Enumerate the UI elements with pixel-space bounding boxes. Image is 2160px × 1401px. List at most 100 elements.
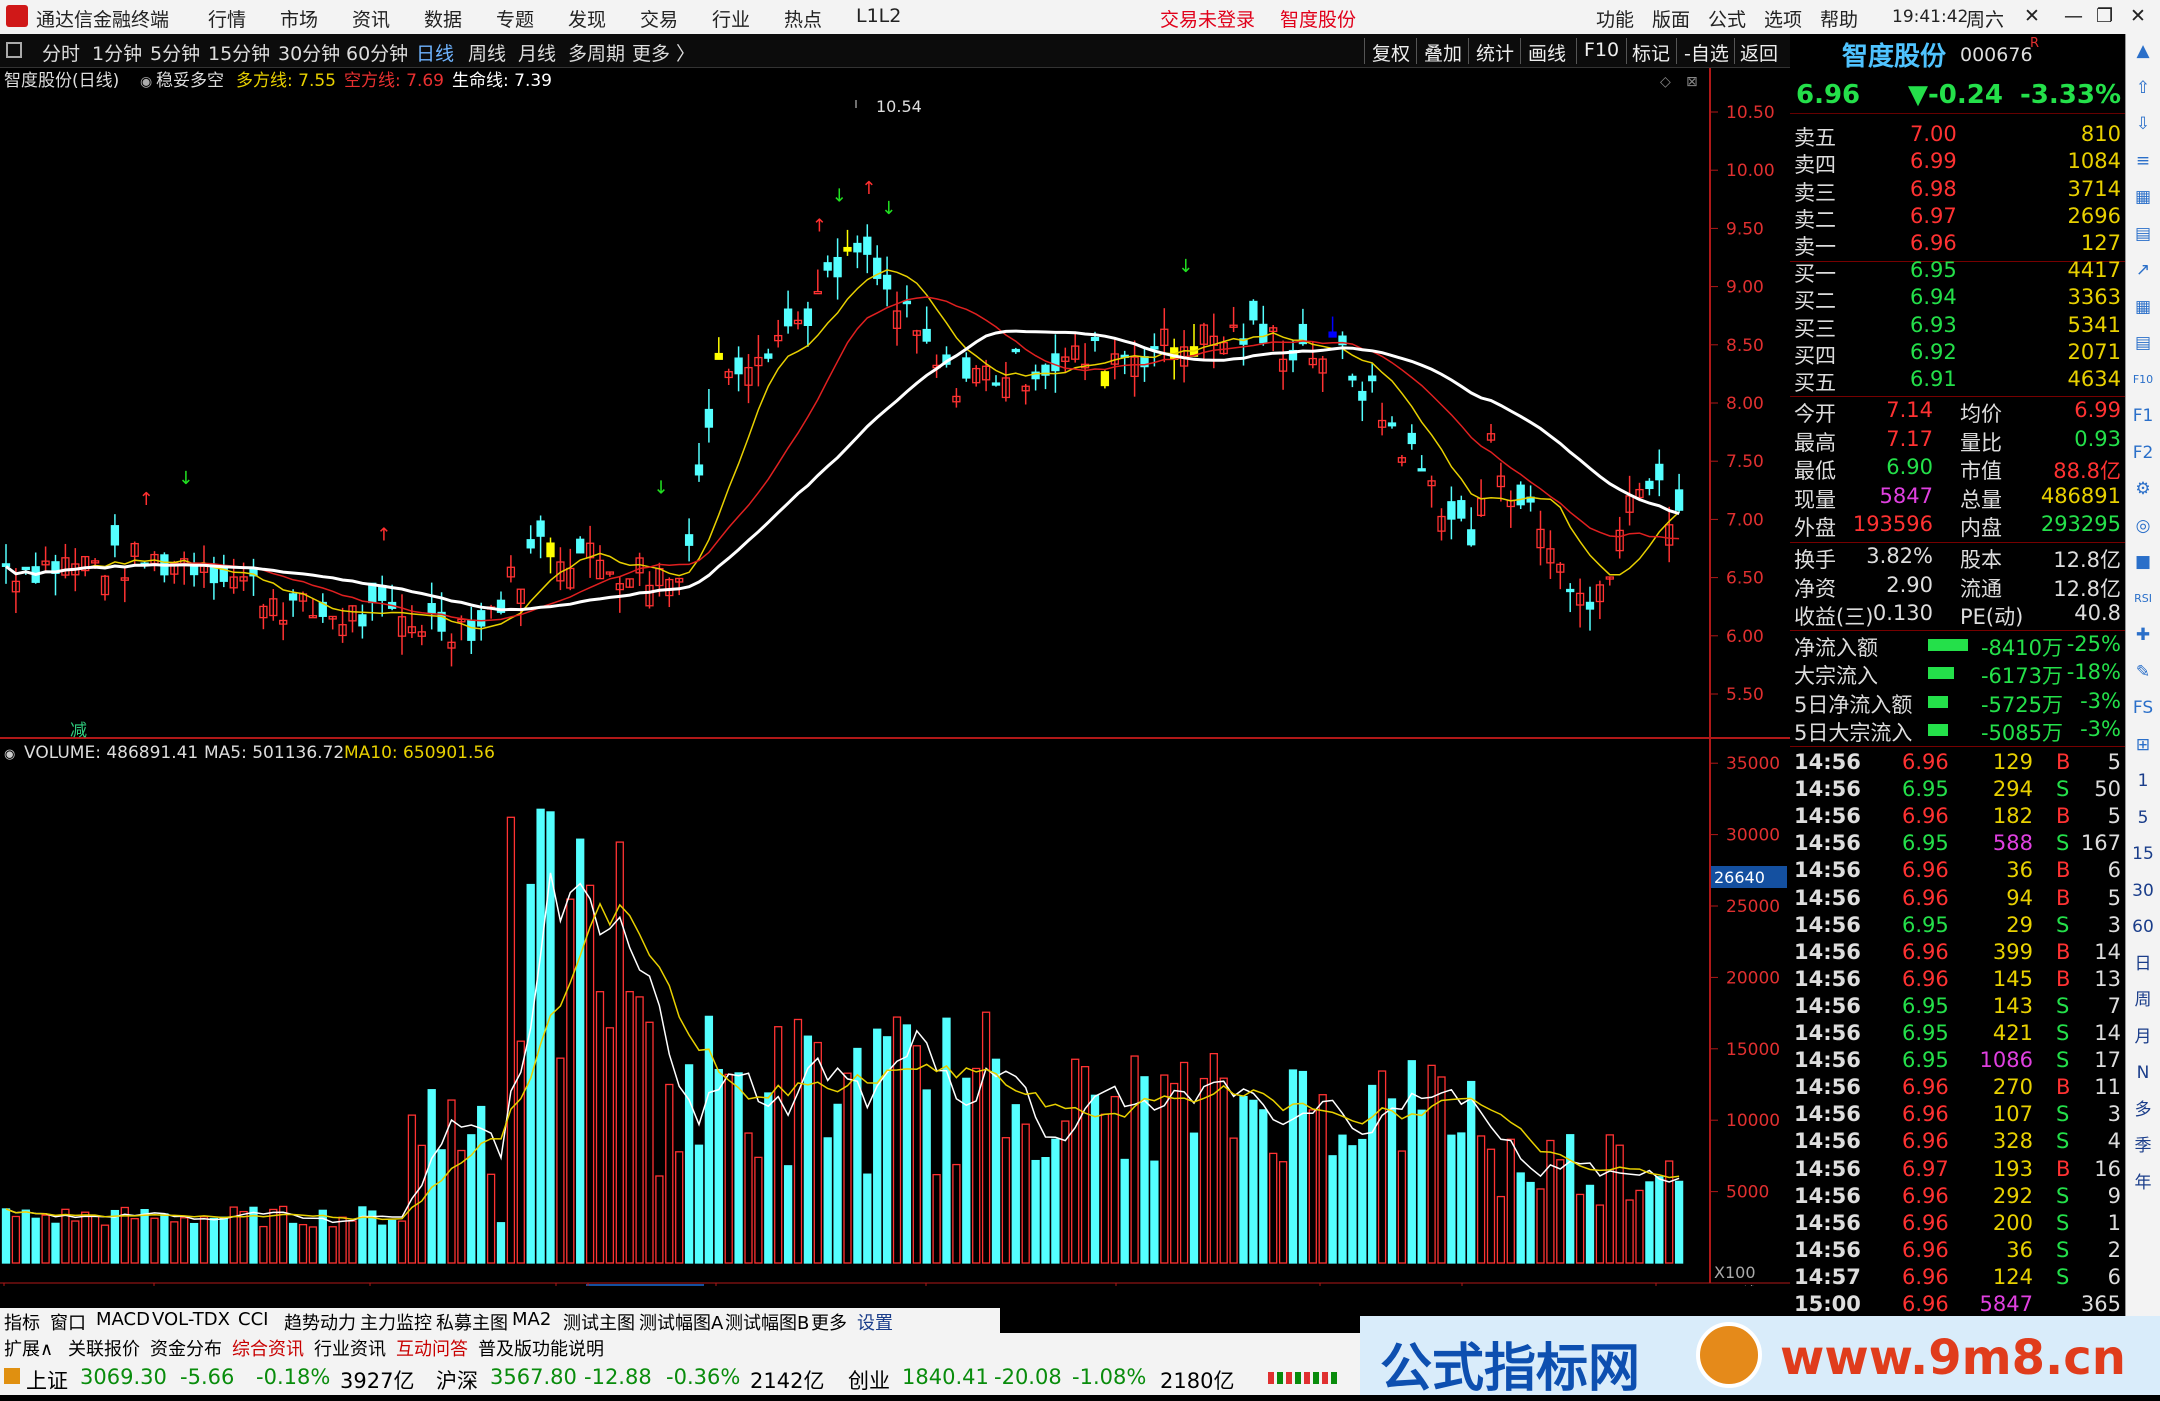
indicator-tab[interactable]: 设置	[857, 1309, 893, 1335]
bottom-tab[interactable]: 关联报价	[68, 1335, 140, 1361]
side-tool-icon[interactable]: 15	[2130, 841, 2156, 867]
btn-tongji[interactable]: 统计	[1476, 39, 1514, 66]
side-tool-icon[interactable]: 1	[2130, 768, 2156, 794]
tick-row[interactable]: 14:56 6.95 1086 S 17	[1790, 1048, 2125, 1075]
indicator-tab[interactable]: MA2	[512, 1309, 551, 1330]
side-tool-icon[interactable]: ↗	[2130, 257, 2156, 283]
btn-fuquan[interactable]: 复权	[1372, 39, 1410, 66]
tick-row[interactable]: 14:56 6.96 292 S 9	[1790, 1184, 2125, 1211]
btn-diejia[interactable]: 叠加	[1424, 39, 1462, 66]
tab-yuexian[interactable]: 月线	[518, 39, 556, 66]
side-tool-icon[interactable]: ▦	[2130, 184, 2156, 210]
hs-name[interactable]: 沪深	[436, 1365, 478, 1395]
tab-duozhouqi[interactable]: 多周期	[568, 39, 625, 66]
side-tool-icon[interactable]: RSI	[2130, 586, 2156, 612]
bottom-tab[interactable]: 综合资讯	[232, 1335, 304, 1361]
side-tool-icon[interactable]: ⇩	[2130, 111, 2156, 137]
indicator-tab[interactable]: 指标	[4, 1309, 40, 1335]
indicator-tab[interactable]: 测试主图	[563, 1309, 635, 1335]
tick-row[interactable]: 14:56 6.96 107 S 3	[1790, 1102, 2125, 1129]
indicator-tab[interactable]: MACD	[96, 1309, 150, 1330]
tick-row[interactable]: 14:56 6.96 36 S 2	[1790, 1238, 2125, 1265]
side-tool-icon[interactable]: ⇧	[2130, 75, 2156, 101]
tab-30min[interactable]: 30分钟	[278, 39, 340, 66]
side-tool-icon[interactable]: ≡	[2130, 148, 2156, 174]
btn-f10[interactable]: F10	[1584, 39, 1619, 61]
side-tool-icon[interactable]: ▤	[2130, 330, 2156, 356]
side-tool-icon[interactable]: ◎	[2130, 513, 2156, 539]
side-tool-icon[interactable]: 5	[2130, 805, 2156, 831]
indicator-tab[interactable]: 窗口	[50, 1309, 86, 1335]
side-tool-icon[interactable]: 季	[2130, 1133, 2156, 1159]
stock-name-tab[interactable]: 智度股份	[1280, 5, 1356, 32]
tab-1min[interactable]: 1分钟	[92, 39, 142, 66]
status-icon[interactable]	[4, 1368, 20, 1384]
indicator-tab[interactable]: 测试幅图B	[725, 1309, 809, 1335]
tick-row[interactable]: 14:56 6.96 129 B 5	[1790, 750, 2125, 777]
tick-row[interactable]: 14:56 6.96 328 S 4	[1790, 1129, 2125, 1156]
side-tool-icon[interactable]: FS	[2130, 695, 2156, 721]
window-minimize-icon[interactable]: —	[2064, 5, 2083, 27]
menu-bangzhu[interactable]: 帮助	[1820, 5, 1858, 32]
indicator-tab[interactable]: 测试幅图A	[639, 1309, 723, 1335]
chart-canvas[interactable]: 智度股份(日线) ◉ 稳妥多空 多方线: 7.55 空方线: 7.69 生命线:…	[0, 68, 1790, 1305]
side-tool-icon[interactable]: 月	[2130, 1024, 2156, 1050]
sh-name[interactable]: 上证	[26, 1365, 68, 1395]
menu-faxian[interactable]: 发现	[568, 5, 606, 32]
menu-gongshi[interactable]: 公式	[1708, 5, 1746, 32]
tab-more[interactable]: 更多 〉	[632, 39, 695, 66]
indicator-tab[interactable]: CCI	[238, 1309, 268, 1330]
indicator-tab[interactable]: 主力监控	[360, 1309, 432, 1335]
cy-name[interactable]: 创业	[848, 1365, 890, 1395]
tick-row[interactable]: 14:56 6.95 29 S 3	[1790, 913, 2125, 940]
tick-row[interactable]: 14:56 6.96 36 B 6	[1790, 858, 2125, 885]
side-tool-icon[interactable]: 30	[2130, 878, 2156, 904]
side-tool-icon[interactable]: F1	[2130, 403, 2156, 429]
indicator-tab[interactable]: 私募主图	[436, 1309, 508, 1335]
tick-row[interactable]: 14:57 6.96 124 S 6	[1790, 1265, 2125, 1292]
bottom-tab[interactable]: 普及版功能说明	[478, 1335, 604, 1361]
side-tool-icon[interactable]: ▲	[2130, 38, 2156, 64]
btn-huaxian[interactable]: 画线	[1528, 39, 1566, 66]
menu-banmian[interactable]: 版面	[1652, 5, 1690, 32]
tab-15min[interactable]: 15分钟	[208, 39, 270, 66]
bottom-tab[interactable]: 资金分布	[150, 1335, 222, 1361]
indicator-tab[interactable]: 趋势动力	[284, 1309, 356, 1335]
window-close-icon[interactable]: ✕	[2024, 5, 2040, 27]
tick-row[interactable]: 14:56 6.95 421 S 14	[1790, 1021, 2125, 1048]
menu-shichang[interactable]: 市场	[280, 5, 318, 32]
side-tool-icon[interactable]: 年	[2130, 1170, 2156, 1196]
tick-row[interactable]: 14:56 6.96 399 B 14	[1790, 940, 2125, 967]
bottom-tab[interactable]: 扩展∧	[4, 1335, 53, 1361]
side-tool-icon[interactable]: 多	[2130, 1097, 2156, 1123]
btn-biaoji[interactable]: 标记	[1632, 39, 1670, 66]
tab-zhouxian[interactable]: 周线	[468, 39, 506, 66]
menu-gongneng[interactable]: 功能	[1596, 5, 1634, 32]
tab-60min[interactable]: 60分钟	[346, 39, 408, 66]
tab-fenshi[interactable]: 分时	[42, 39, 80, 66]
side-tool-icon[interactable]: ✚	[2130, 622, 2156, 648]
tick-row[interactable]: 14:56 6.96 182 B 5	[1790, 804, 2125, 831]
side-tool-icon[interactable]: ✎	[2130, 659, 2156, 685]
chart-area[interactable]: 智度股份(日线) ◉ 稳妥多空 多方线: 7.55 空方线: 7.69 生命线:…	[0, 68, 1790, 1305]
toggle-panel-icon[interactable]	[6, 42, 22, 58]
indicator-tab[interactable]: 更多	[811, 1309, 847, 1335]
side-tool-icon[interactable]: 60	[2130, 914, 2156, 940]
side-tool-icon[interactable]: N	[2130, 1060, 2156, 1086]
menu-zhuanti[interactable]: 专题	[496, 5, 534, 32]
trade-login-status[interactable]: 交易未登录	[1160, 5, 1255, 32]
tab-5min[interactable]: 5分钟	[150, 39, 200, 66]
tick-row[interactable]: 14:56 6.97 193 B 16	[1790, 1157, 2125, 1184]
tick-row[interactable]: 15:00 6.96 5847 365	[1790, 1292, 2125, 1319]
tab-rixian[interactable]: 日线	[416, 39, 454, 66]
btn-fanhui[interactable]: 返回	[1740, 39, 1778, 66]
side-tool-icon[interactable]: ⚙	[2130, 476, 2156, 502]
menu-zixun[interactable]: 资讯	[352, 5, 390, 32]
menu-jiaoyi[interactable]: 交易	[640, 5, 678, 32]
tick-row[interactable]: 14:56 6.96 270 B 11	[1790, 1075, 2125, 1102]
window-restore-icon[interactable]: ❐	[2096, 5, 2113, 27]
tick-row[interactable]: 14:56 6.95 143 S 7	[1790, 994, 2125, 1021]
side-tool-icon[interactable]: F2	[2130, 440, 2156, 466]
tick-row[interactable]: 14:56 6.96 145 B 13	[1790, 967, 2125, 994]
side-tool-icon[interactable]: 周	[2130, 987, 2156, 1013]
